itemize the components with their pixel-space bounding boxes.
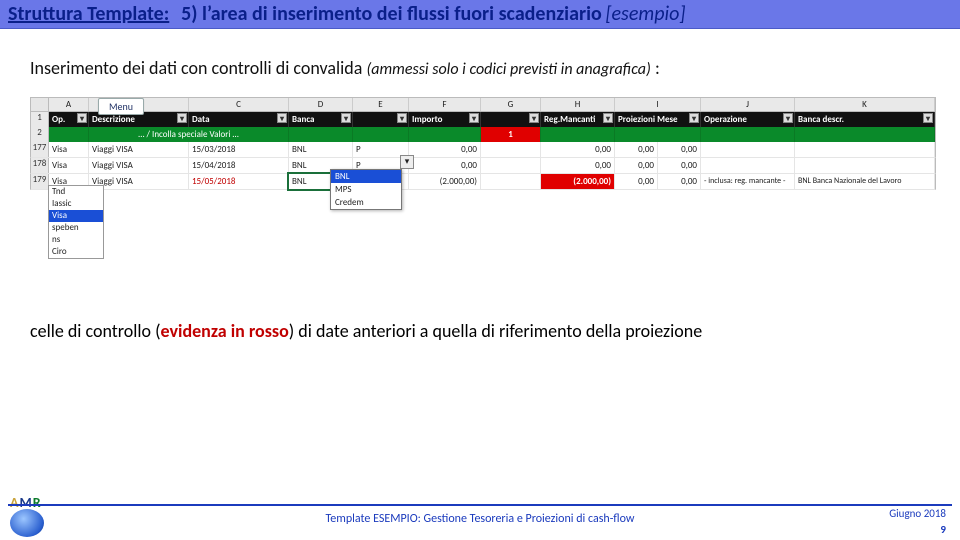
red-flag-cell: 1 [481,127,541,142]
filter-icon[interactable]: ▾ [469,113,479,123]
dropdown-option[interactable]: Credem [331,196,401,209]
filter-icon[interactable]: ▾ [783,113,793,123]
filter-icon[interactable]: ▾ [177,113,187,123]
filter-icon[interactable]: ▾ [277,113,287,123]
filter-icon[interactable]: ▾ [77,113,87,123]
title-bar: Struttura Template: 5) l’area di inserim… [0,0,960,29]
dropdown-option[interactable]: MPS [331,183,401,196]
reg-missing-alert[interactable]: (2.000,00) [541,174,615,189]
col-K[interactable]: K [795,98,935,111]
hdr-importo: Importo▾ [409,112,481,127]
dropdown-option[interactable]: BNL [331,170,401,183]
row-num-1[interactable]: 1 [31,112,49,127]
select-all-corner[interactable] [31,98,49,111]
excel-screenshot: A B C D E F G H I J K Menu 1 Op.▾ Descri… [30,97,936,190]
intro-text: Inserimento dei dati con controlli di co… [30,57,936,79]
filter-icon[interactable]: ▾ [689,113,699,123]
page-number: 9 [940,523,946,536]
hdr-reg: Reg.Mancanti▾ [541,112,615,127]
col-A[interactable]: A [49,98,89,111]
paste-special-row: 2 … / Incolla speciale Valori … 1 [30,127,936,142]
filter-icon[interactable]: ▾ [923,113,933,123]
dropdown-option[interactable]: Visa [49,210,103,222]
dropdown-option[interactable]: Tnd [49,186,103,198]
col-G[interactable]: G [481,98,541,111]
filter-icon[interactable]: ▾ [603,113,613,123]
col-J[interactable]: J [701,98,795,111]
table-row: 179 Visa Viaggi VISA 15/05/2018 BNL P (2… [30,174,936,190]
filter-icon[interactable]: ▾ [397,113,407,123]
table-row: 178 Visa Viaggi VISA 15/04/2018 BNL P 0,… [30,158,936,174]
dropdown-option[interactable]: speben [49,222,103,234]
filter-icon[interactable]: ▾ [341,113,351,123]
col-D[interactable]: D [289,98,353,111]
dropdown-arrow-icon[interactable]: ▾ [400,155,414,169]
title-label: Struttura Template: [8,2,169,26]
hdr-blank: ▾ [353,112,409,127]
hdr-bdesc: Banca descr.▾ [795,112,935,127]
filter-icon[interactable]: ▾ [529,113,539,123]
footer-date: Giugno 2018 [889,507,946,520]
intro-italic: (ammessi solo i codici previsti in anagr… [366,60,650,79]
hdr-data: Data▾ [189,112,289,127]
date-invalid[interactable]: 15/05/2018 [189,174,289,189]
title-main: 5) l’area di inserimento dei flussi fuor… [181,2,602,26]
table-row: 177 Visa Viaggi VISA 15/03/2018 BNL P 0,… [30,142,936,158]
col-F[interactable]: F [409,98,481,111]
hdr-desc: Descrizione▾ [89,112,189,127]
hdr-proj: Proiezioni Mese▾ [615,112,701,127]
col-E[interactable]: E [353,98,409,111]
row-num[interactable]: 179 [31,174,49,189]
col-C[interactable]: C [189,98,289,111]
dropdown-option[interactable]: Iassic [49,198,103,210]
title-example: [esempio] [605,2,685,26]
hdr-gap: ▾ [481,112,541,127]
intro-lead: Inserimento dei dati con controlli di co… [30,57,362,79]
row-num[interactable]: 177 [31,142,49,157]
col-I[interactable]: I [615,98,701,111]
paste-special-label: … / Incolla speciale Valori … [89,127,289,142]
footer-title: Template ESEMPIO: Gestione Tesoreria e P… [0,512,960,526]
hdr-oper: Operazione▾ [701,112,795,127]
row-num-2[interactable]: 2 [31,127,49,142]
control-cells-note: celle di controllo (evidenza in rosso) d… [30,320,936,342]
header-row: 1 Op.▾ Descrizione▾ Data▾ Banca▾ ▾ Impor… [30,112,936,127]
column-letters-row: A B C D E F G H I J K [30,97,936,112]
row-num[interactable]: 178 [31,158,49,173]
dropdown-option[interactable]: Ciro [49,246,103,258]
dropdown-option[interactable]: ns [49,234,103,246]
slide-footer: AMR Template ESEMPIO: Gestione Tesoreria… [0,490,960,540]
bank-dropdown-list[interactable]: BNL MPS Credem [330,169,402,210]
hdr-banca: Banca▾ [289,112,353,127]
footer-divider [8,504,952,506]
evidenza-rosso: evidenza in rosso [161,320,289,342]
col-H[interactable]: H [541,98,615,111]
hdr-op: Op.▾ [49,112,89,127]
op-dropdown-list[interactable]: Tnd Iassic Visa speben ns Ciro [48,185,104,259]
